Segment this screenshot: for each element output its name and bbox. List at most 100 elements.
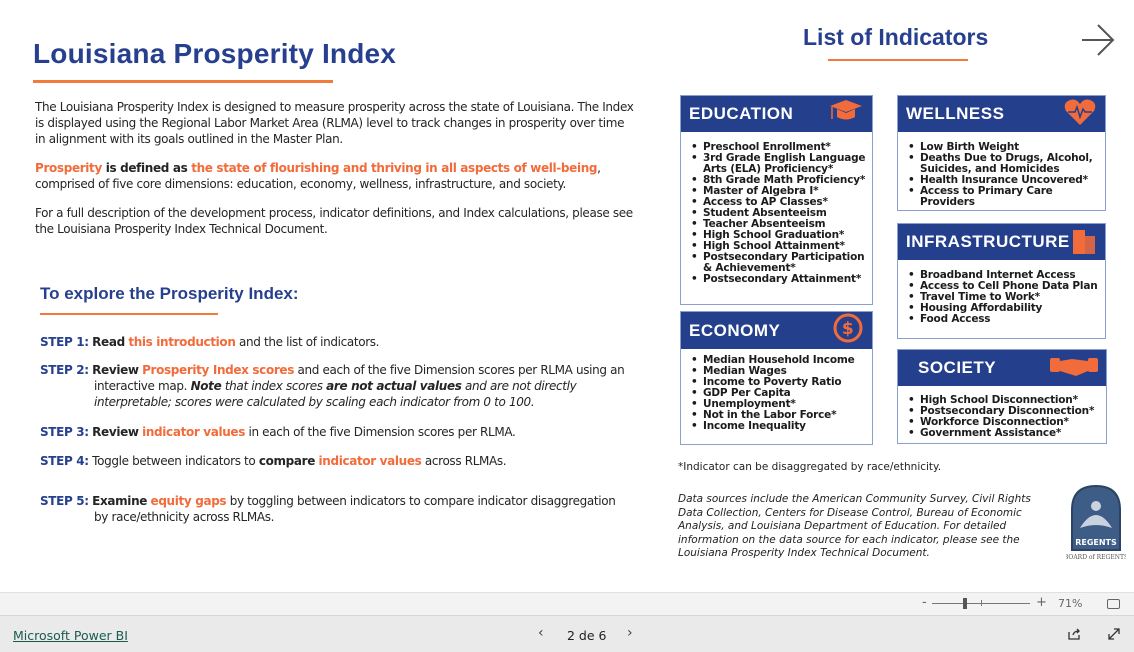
economy-box: ECONOMY $ Median Household IncomeMedian … xyxy=(680,311,873,445)
step-highlight: Prosperity Index scores xyxy=(142,363,294,377)
step-highlight: indicator values xyxy=(318,454,422,468)
step-4: STEP 4: Toggle between indicators to com… xyxy=(40,453,660,469)
wellness-title: WELLNESS xyxy=(906,104,1005,123)
zoom-level: 71% xyxy=(1058,597,1083,610)
step-text: by race/ethnicity across RLMAs. xyxy=(94,510,275,524)
indicators-underline xyxy=(828,59,968,61)
step-label: STEP 4: xyxy=(40,454,89,468)
step-label: STEP 2: xyxy=(40,363,89,377)
education-title: EDUCATION xyxy=(689,104,794,123)
dollar-icon: $ xyxy=(832,312,864,349)
fit-to-page-icon[interactable] xyxy=(1107,599,1120,609)
explore-heading: To explore the Prosperity Index: xyxy=(40,284,299,303)
svg-text:BOARD of REGENTS: BOARD of REGENTS xyxy=(1066,554,1126,561)
intro-paragraph: The Louisiana Prosperity Index is design… xyxy=(35,100,634,146)
infrastructure-title: INFRASTRUCTURE xyxy=(906,232,1070,251)
zoom-slider-thumb[interactable] xyxy=(963,598,967,609)
step-2-note: interactive map. Note that index scores … xyxy=(40,378,660,410)
step-text: Toggle between indicators to xyxy=(88,454,259,468)
step-label: STEP 3: xyxy=(40,425,89,439)
society-box: SOCIETY High School Disconnection*Postse… xyxy=(897,349,1107,444)
note-label: Note xyxy=(190,379,222,393)
note-emphasis: are not actual values xyxy=(326,379,462,393)
economy-list: Median Household IncomeMedian WagesIncom… xyxy=(681,349,872,433)
handshake-icon xyxy=(1050,355,1098,382)
step-highlight: indicator values xyxy=(142,425,245,439)
society-title: SOCIETY xyxy=(918,358,997,377)
arrow-right-icon[interactable] xyxy=(1080,22,1116,62)
infrastructure-header: INFRASTRUCTURE xyxy=(898,224,1105,260)
step-1: STEP 1: Read this introduction and the l… xyxy=(40,334,660,350)
svg-text:REGENTS: REGENTS xyxy=(1075,538,1117,547)
step-verb: Read xyxy=(92,335,125,349)
step-5: STEP 5: Examine equity gaps by toggling … xyxy=(40,493,660,525)
prosperity-definition: Prosperity is defined as the state of fl… xyxy=(35,160,635,192)
definition-text: the state of flourishing and thriving in… xyxy=(191,161,598,175)
technical-doc-paragraph: For a full description of the developmen… xyxy=(35,206,633,236)
step-label: STEP 5: xyxy=(40,494,89,508)
step-verb: Review xyxy=(92,425,139,439)
power-bi-link[interactable]: Microsoft Power BI xyxy=(13,628,128,643)
society-list: High School Disconnection*Postsecondary … xyxy=(898,386,1106,440)
education-box: EDUCATION Preschool Enrollment*3rd Grade… xyxy=(680,95,873,305)
data-sources: Data sources include the American Commun… xyxy=(678,493,1031,559)
step-label: STEP 1: xyxy=(40,335,89,349)
economy-header: ECONOMY $ xyxy=(681,312,872,349)
step-3: STEP 3: Review indicator values in each … xyxy=(40,424,660,440)
wellness-header: WELLNESS xyxy=(898,96,1105,132)
zoom-slider-midpoint xyxy=(981,600,982,606)
infrastructure-list: Broadband Internet AccessAccess to Cell … xyxy=(898,260,1105,326)
indicator-item: Income Inequality xyxy=(691,421,872,433)
heart-pulse-icon xyxy=(1063,97,1097,132)
step-text: in each of the five Dimension scores per… xyxy=(245,425,516,439)
svg-text:$: $ xyxy=(842,319,854,339)
step-text: interactive map. xyxy=(94,379,191,393)
page-indicator: 2 de 6 xyxy=(567,628,607,643)
step-2: STEP 2: Review Prosperity Index scores a… xyxy=(40,362,660,410)
share-icon[interactable] xyxy=(1067,626,1081,645)
previous-page-icon[interactable]: ‹ xyxy=(538,625,544,641)
step-highlight: this introduction xyxy=(128,335,236,349)
wellness-list: Low Birth WeightDeaths Due to Drugs, Alc… xyxy=(898,132,1105,208)
society-header: SOCIETY xyxy=(898,350,1106,386)
indicator-item: Deaths Due to Drugs, Alcohol, Suicides, … xyxy=(908,153,1105,175)
title-underline xyxy=(33,80,333,83)
graduation-cap-icon xyxy=(828,97,864,132)
zoom-in-button[interactable]: + xyxy=(1036,595,1047,610)
buildings-icon xyxy=(1071,226,1097,259)
defined-as: is defined as xyxy=(101,161,192,175)
note-text: interpretable; scores were calculated by… xyxy=(94,395,535,409)
explore-underline xyxy=(40,313,218,315)
step-text: by toggling between indicators to compar… xyxy=(226,494,616,508)
fullscreen-icon[interactable] xyxy=(1107,626,1121,645)
board-of-regents-logo: REGENTS BOARD of REGENTS xyxy=(1064,482,1128,572)
zoom-bar: - + 71% xyxy=(0,592,1134,615)
indicator-item: Postsecondary Attainment* xyxy=(691,274,872,286)
indicator-item: Food Access xyxy=(908,314,1105,326)
next-page-icon[interactable]: › xyxy=(627,625,633,641)
note-text: and are not directly xyxy=(461,379,577,393)
step-text: across RLMAs. xyxy=(421,454,507,468)
step-verb: Examine xyxy=(92,494,148,508)
indicator-item: Postsecondary Participation & Achievemen… xyxy=(691,252,872,274)
education-header: EDUCATION xyxy=(681,96,872,132)
note-text: that index scores xyxy=(221,379,327,393)
wellness-box: WELLNESS Low Birth WeightDeaths Due to D… xyxy=(897,95,1106,211)
step-verb: compare xyxy=(258,454,316,468)
education-list: Preschool Enrollment*3rd Grade English L… xyxy=(681,132,872,286)
economy-title: ECONOMY xyxy=(689,320,781,340)
indicators-title: List of Indicators xyxy=(803,24,989,50)
indicator-item: 3rd Grade English Language Arts (ELA) Pr… xyxy=(691,153,872,175)
disaggregation-footnote: *Indicator can be disaggregated by race/… xyxy=(678,461,942,473)
step-verb: Review xyxy=(92,363,139,377)
step-text: and each of the five Dimension scores pe… xyxy=(294,363,625,377)
infrastructure-box: INFRASTRUCTURE Broadband Internet Access… xyxy=(897,223,1106,339)
zoom-out-button[interactable]: - xyxy=(922,595,927,610)
indicator-item: Access to Primary Care Providers xyxy=(908,186,1105,208)
page-title: Louisiana Prosperity Index xyxy=(33,38,397,69)
prosperity-term: Prosperity xyxy=(35,161,102,175)
indicator-item: Government Assistance* xyxy=(908,428,1106,440)
footer-bar: Microsoft Power BI ‹ 2 de 6 › xyxy=(0,615,1134,652)
step-text: and the list of indicators. xyxy=(235,335,380,349)
step-highlight: equity gaps xyxy=(150,494,227,508)
